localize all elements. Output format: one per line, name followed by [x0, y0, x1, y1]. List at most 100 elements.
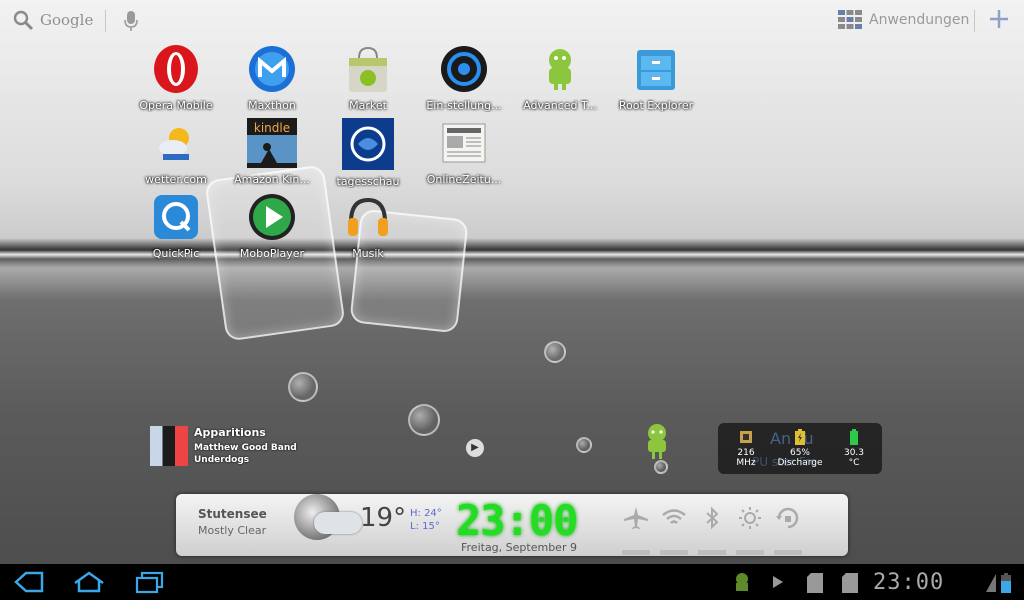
- system-monitor-widget[interactable]: An Tu PU ster Fre 216 MHz 65% Discharge …: [718, 423, 882, 474]
- app-onlinezeitung[interactable]: OnlineZeitu...: [416, 118, 512, 186]
- search-icon: [13, 10, 34, 31]
- wallpaper-bubble: [576, 437, 592, 453]
- weather-clock-widget[interactable]: Stutensee Mostly Clear 19° H: 24° L: 15°…: [176, 494, 848, 556]
- signal-icon: [986, 574, 996, 592]
- divider: [105, 10, 106, 32]
- weather-city: Stutensee: [198, 507, 267, 521]
- weather-high-low: H: 24° L: 15°: [410, 507, 442, 533]
- wallpaper-bubble: [288, 372, 318, 402]
- app-root-explorer[interactable]: Root Explorer: [608, 44, 704, 112]
- battery-level-icon: [850, 429, 858, 445]
- cpu-stat: 216 MHz: [721, 429, 771, 468]
- app-moboplayer[interactable]: MoboPlayer: [224, 192, 320, 260]
- cpu-value: 216: [737, 448, 755, 458]
- kindle-wordmark: kindle: [253, 121, 291, 135]
- toggle-indicator: [774, 550, 802, 555]
- android-notification-icon[interactable]: [732, 572, 752, 594]
- android-robot-icon: [535, 44, 585, 94]
- all-apps-button[interactable]: Anwendungen: [838, 10, 969, 30]
- app-musik[interactable]: Musik: [320, 192, 416, 260]
- weather-temperature: 19°: [360, 503, 407, 533]
- app-tagesschau[interactable]: tagesschau: [320, 118, 416, 188]
- rotation-lock-icon: [776, 507, 799, 529]
- bluetooth-toggle[interactable]: [698, 506, 726, 555]
- airplane-mode-toggle[interactable]: [622, 506, 650, 555]
- market-bag-icon: [343, 44, 393, 94]
- settings-icon: [439, 44, 489, 94]
- track-artist: Matthew Good Band: [194, 443, 297, 453]
- track-title: Apparitions: [194, 426, 266, 439]
- music-widget[interactable]: Apparitions Matthew Good Band Underdogs: [150, 426, 297, 466]
- bluetooth-icon: [706, 506, 719, 530]
- app-label: wetter.com: [145, 173, 207, 186]
- app-amazon-kindle[interactable]: kindle Amazon Kin...: [224, 118, 320, 186]
- album-art: [150, 426, 188, 466]
- app-label: Market: [349, 99, 387, 112]
- weather-sun-icon: [151, 118, 201, 168]
- weather-condition: Mostly Clear: [198, 524, 267, 537]
- app-wetter-com[interactable]: wetter.com: [128, 118, 224, 186]
- temperature-stat: 30.3 °C: [829, 429, 879, 468]
- battery-value: 65%: [789, 448, 810, 458]
- weather-low: L: 15°: [410, 521, 440, 532]
- home-button[interactable]: [72, 570, 106, 594]
- sd-card-icon[interactable]: [806, 572, 824, 594]
- app-quickpic[interactable]: QuickPic: [128, 192, 224, 260]
- google-search-label: Google: [40, 11, 94, 29]
- app-maxthon[interactable]: Maxthon: [224, 44, 320, 112]
- wifi-icon: [662, 509, 686, 524]
- app-label: QuickPic: [152, 247, 200, 260]
- back-button[interactable]: [14, 570, 44, 594]
- quickpic-icon: [151, 192, 201, 242]
- microphone-icon[interactable]: [124, 10, 138, 32]
- home-top-bar: Google Anwendungen: [0, 0, 1024, 40]
- file-cabinet-icon: [631, 44, 681, 94]
- toggle-indicator: [660, 550, 688, 555]
- divider: [974, 10, 975, 32]
- app-label: MoboPlayer: [239, 247, 305, 260]
- chevron-right-icon: ▶: [471, 442, 479, 453]
- app-grid-icon: [838, 10, 862, 29]
- brightness-toggle[interactable]: [736, 506, 764, 555]
- add-widget-icon[interactable]: [988, 8, 1010, 30]
- temperature-unit: °C: [848, 458, 860, 468]
- app-label: Ein-stellung...: [426, 99, 502, 112]
- play-notification-icon[interactable]: [772, 575, 784, 589]
- weather-high: H: 24°: [410, 508, 442, 519]
- app-settings[interactable]: Ein-stellung...: [416, 44, 512, 112]
- recent-apps-button[interactable]: [134, 570, 164, 594]
- status-clock[interactable]: 23:00: [873, 570, 944, 595]
- app-label: Musik: [352, 247, 384, 260]
- next-track-button[interactable]: ▶: [466, 439, 484, 457]
- wallpaper-bubble: [544, 341, 566, 363]
- track-album: Underdogs: [194, 455, 250, 465]
- battery-charging-icon: [795, 429, 805, 445]
- app-market[interactable]: Market: [320, 44, 416, 112]
- wifi-toggle[interactable]: [660, 506, 688, 555]
- app-label: Root Explorer: [618, 99, 694, 112]
- android-widget[interactable]: [640, 422, 674, 464]
- play-icon: [247, 192, 297, 242]
- google-search-button[interactable]: Google: [12, 9, 93, 31]
- clock-date: Freitag, September 9: [461, 541, 577, 554]
- battery-icon: [1001, 573, 1011, 593]
- cloud-icon: [314, 512, 362, 534]
- cpu-chip-icon: [740, 431, 752, 443]
- all-apps-label: Anwendungen: [869, 12, 970, 28]
- battery-label: Discharge: [777, 458, 823, 468]
- wallpaper-bubble: [408, 404, 440, 436]
- maxthon-icon: [247, 44, 297, 94]
- toggle-indicator: [698, 550, 726, 555]
- temperature-value: 30.3: [843, 448, 865, 458]
- app-opera-mobile[interactable]: Opera Mobile: [128, 44, 224, 112]
- rotation-lock-toggle[interactable]: [774, 506, 802, 555]
- newspaper-icon: [439, 118, 489, 168]
- digital-clock: 23:00: [456, 496, 578, 545]
- app-label: OnlineZeitu...: [426, 173, 502, 186]
- kindle-icon: kindle: [247, 118, 297, 168]
- app-advanced-task[interactable]: Advanced T...: [512, 44, 608, 112]
- app-label: Amazon Kin...: [234, 173, 310, 186]
- app-label: Maxthon: [248, 99, 296, 112]
- toggle-indicator: [622, 550, 650, 555]
- sd-card-icon[interactable]: [841, 572, 859, 594]
